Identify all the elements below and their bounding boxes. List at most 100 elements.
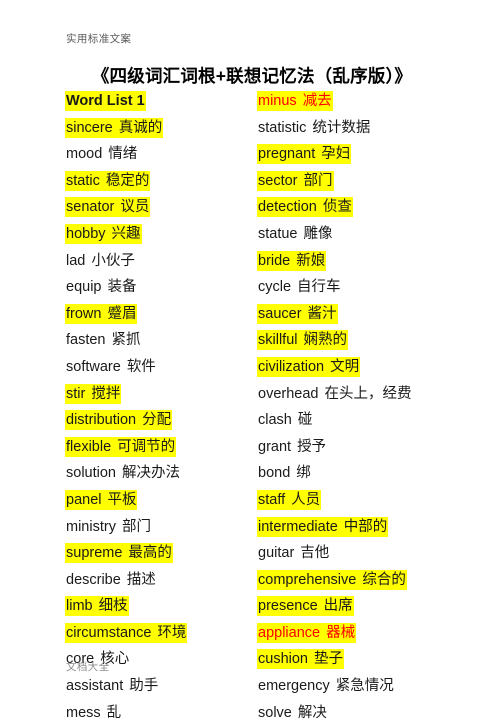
- word-entry-text: assistant 助手: [66, 677, 158, 695]
- word-entry-text: guitar 吉他: [258, 544, 329, 562]
- word-definition: 自行车: [297, 279, 341, 296]
- word-definition: 议员: [120, 199, 150, 216]
- word-term: sector: [258, 172, 298, 189]
- word-entry: hobby 兴趣: [66, 221, 256, 248]
- word-term: staff: [258, 491, 286, 508]
- word-term: lad: [66, 252, 86, 269]
- word-entry: limb 细枝: [66, 593, 256, 620]
- word-term: comprehensive: [258, 571, 357, 588]
- word-term: distribution: [66, 412, 137, 429]
- word-entry-text: describe 描述: [66, 571, 156, 589]
- word-term: describe: [66, 571, 121, 588]
- word-definition: 紧抓: [111, 332, 141, 349]
- word-term: emergency: [258, 678, 330, 695]
- word-entry: appliance 器械: [258, 620, 473, 647]
- word-definition: 解决办法: [121, 465, 180, 482]
- word-entry: assistant 助手: [66, 673, 256, 700]
- word-entry: saucer 酱汁: [258, 301, 473, 328]
- word-term: guitar: [258, 545, 295, 562]
- word-entry: circumstance 环境: [66, 620, 256, 647]
- word-term: cycle: [258, 279, 292, 296]
- word-entry: statue 雕像: [258, 221, 473, 248]
- word-term: mood: [66, 146, 103, 163]
- word-term: static: [66, 172, 100, 189]
- word-term: Word List 1: [66, 93, 145, 109]
- word-term: limb: [66, 598, 93, 615]
- word-definition: 碰: [297, 412, 313, 429]
- word-entry-text: bride 新娘: [258, 251, 326, 270]
- word-entry-text: Word List 1: [66, 92, 145, 110]
- word-entry: sincere 真诚的: [66, 115, 256, 142]
- word-entry-text: lad 小伙子: [66, 252, 135, 270]
- running-header: 实用标准文案: [66, 33, 132, 45]
- word-definition: 减去: [302, 93, 332, 109]
- word-entry-text: sector 部门: [258, 171, 333, 190]
- word-term: skillful: [258, 332, 298, 349]
- word-entry-text: grant 授予: [258, 438, 326, 456]
- word-term: overhead: [258, 385, 319, 402]
- word-definition: 小伙子: [91, 252, 135, 269]
- word-definition: 情绪: [108, 146, 138, 163]
- word-column-right: minus 减去 statistic 统计数据 pregnant 孕妇 sector 部门 de…: [258, 88, 473, 726]
- word-entry: clash 碰: [258, 407, 473, 434]
- word-definition: 稳定的: [105, 172, 150, 189]
- word-entry-text: appliance 器械: [258, 623, 356, 642]
- word-entry: ministry 部门: [66, 514, 256, 541]
- word-entry-text: stir 搅拌: [66, 384, 121, 403]
- word-entry-text: statue 雕像: [258, 225, 333, 243]
- word-entry: bond 绑: [258, 460, 473, 487]
- word-entry: presence 出席: [258, 593, 473, 620]
- word-definition: 中部的: [343, 518, 388, 535]
- word-entry-text: cushion 垫子: [258, 650, 343, 669]
- word-definition: 装备: [107, 279, 137, 296]
- word-entry: statistic 统计数据: [258, 115, 473, 142]
- word-entry-text: minus 减去: [258, 92, 332, 110]
- word-term: equip: [66, 279, 102, 296]
- word-entry: software 软件: [66, 354, 256, 381]
- word-definition: 新娘: [296, 252, 326, 269]
- word-term: circumstance: [66, 624, 152, 641]
- word-definition: 酱汁: [307, 305, 337, 322]
- word-entry: supreme 最高的: [66, 540, 256, 567]
- word-definition: 平板: [107, 491, 137, 508]
- word-term: detection: [258, 199, 317, 216]
- word-entry-text: skillful 娴熟的: [258, 331, 347, 350]
- word-term: panel: [66, 491, 102, 508]
- word-entry: solution 解决办法: [66, 460, 256, 487]
- word-entry: cycle 自行车: [258, 274, 473, 301]
- word-entry-text: comprehensive 综合的: [258, 570, 406, 589]
- word-term: presence: [258, 598, 318, 615]
- word-term: clash: [258, 412, 292, 429]
- word-entry-text: pregnant 孕妇: [258, 145, 351, 164]
- word-term: saucer: [258, 305, 302, 322]
- word-definition: 出席: [323, 598, 353, 615]
- word-entry: senator 议员: [66, 194, 256, 221]
- word-definition: 兴趣: [111, 225, 141, 242]
- word-entry-text: software 软件: [66, 358, 156, 376]
- word-entry: frown 蹙眉: [66, 301, 256, 328]
- word-definition: 分配: [142, 412, 172, 429]
- word-definition: 垫子: [313, 651, 343, 668]
- word-definition: 文明: [330, 358, 360, 375]
- word-entry-text: solution 解决办法: [66, 464, 180, 482]
- word-entry-text: cycle 自行车: [258, 278, 341, 296]
- word-term: pregnant: [258, 146, 316, 163]
- word-definition: 部门: [303, 172, 333, 189]
- word-entry-text: supreme 最高的: [66, 544, 172, 563]
- word-definition: 软件: [126, 358, 156, 375]
- word-term: appliance: [258, 624, 321, 641]
- word-definition: 最高的: [128, 545, 172, 562]
- word-entry-text: circumstance 环境: [66, 623, 187, 642]
- word-definition: 综合的: [362, 571, 406, 588]
- word-term: bond: [258, 465, 291, 482]
- word-entry-text: detection 侦查: [258, 198, 352, 217]
- word-term: civilization: [258, 358, 325, 375]
- word-entry: mood 情绪: [66, 141, 256, 168]
- word-term: ministry: [66, 518, 116, 535]
- word-entry-text: limb 细枝: [66, 597, 128, 616]
- word-entry: emergency 紧急情况: [258, 673, 473, 700]
- word-entry: intermediate 中部的: [258, 514, 473, 541]
- word-entry: cushion 垫子: [258, 646, 473, 673]
- word-entry-text: ministry 部门: [66, 518, 151, 536]
- word-entry: bride 新娘: [258, 248, 473, 275]
